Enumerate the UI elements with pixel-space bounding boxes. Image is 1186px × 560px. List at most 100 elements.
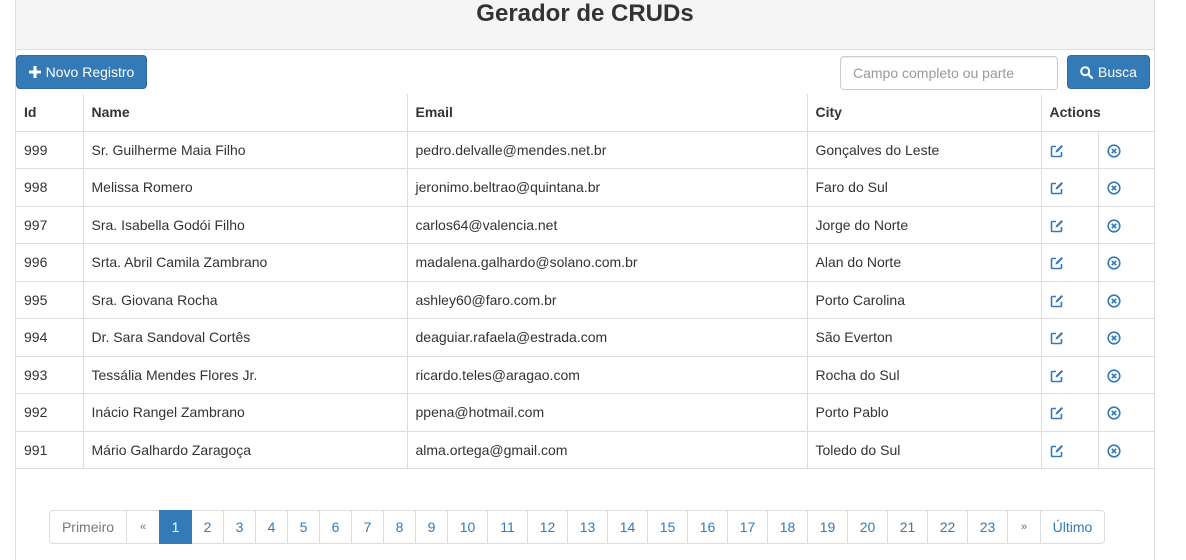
toolbar: Novo Registro Busca (16, 50, 1154, 94)
cell-edit (1040, 393, 1099, 432)
edit-icon[interactable] (1050, 369, 1064, 383)
table-row: 991 Mário Galhardo Zaragoça alma.ortega@gm… (16, 430, 1155, 469)
plus-icon (28, 66, 41, 78)
cell-city: Toledo do Sul (806, 430, 1042, 469)
cell-edit (1040, 280, 1099, 319)
cell-name: Dr. Sara Sandoval Cortês (82, 318, 408, 357)
delete-circle-icon[interactable] (1106, 144, 1121, 158)
cell-name: Srta. Abril Camila Zambrano (82, 243, 408, 282)
pagination-page-23[interactable]: 23 (967, 510, 1008, 544)
panel-heading: Gerador de CRUDs (16, 0, 1154, 50)
pagination-page-21[interactable]: 21 (887, 510, 928, 544)
column-header-actions: Actions (1040, 94, 1155, 132)
table-row: 995 Sra. Giovana Rocha ashley60@faro.com.b… (16, 280, 1155, 319)
cell-city: Gonçalves do Leste (806, 130, 1042, 169)
edit-icon[interactable] (1050, 219, 1064, 233)
cell-edit (1040, 130, 1099, 169)
delete-circle-icon[interactable] (1106, 256, 1121, 270)
delete-circle-icon[interactable] (1106, 369, 1121, 383)
cell-id: 998 (16, 168, 84, 207)
cell-id: 991 (16, 430, 84, 469)
column-header-city: City (806, 94, 1042, 132)
cell-edit (1040, 318, 1099, 357)
cell-email: ppena@hotmail.com (406, 393, 808, 432)
cell-delete (1097, 280, 1155, 319)
pagination-page-3[interactable]: 3 (223, 510, 256, 544)
delete-circle-icon[interactable] (1106, 294, 1121, 308)
pagination-page-7[interactable]: 7 (351, 510, 384, 544)
pagination-page-6[interactable]: 6 (319, 510, 352, 544)
pagination-last[interactable]: Último (1040, 510, 1105, 544)
crud-panel: Gerador de CRUDs Novo Registro Busca (15, 0, 1155, 560)
pagination-page-4[interactable]: 4 (255, 510, 288, 544)
delete-circle-icon[interactable] (1106, 219, 1121, 233)
cell-delete (1097, 393, 1155, 432)
cell-edit (1040, 430, 1099, 469)
cell-name: Sra. Giovana Rocha (82, 280, 408, 319)
pagination-page-20[interactable]: 20 (847, 510, 888, 544)
delete-circle-icon[interactable] (1106, 406, 1121, 420)
cell-delete (1097, 168, 1155, 207)
cell-id: 994 (16, 318, 84, 357)
search-button[interactable]: Busca (1067, 55, 1150, 89)
table-row: 997 Sra. Isabella Godói Filho carlos64@val… (16, 205, 1155, 244)
column-header-email: Email (406, 94, 808, 132)
edit-icon[interactable] (1050, 181, 1064, 195)
pagination-first[interactable]: Primeiro (49, 510, 127, 544)
edit-icon[interactable] (1050, 444, 1064, 458)
new-record-button[interactable]: Novo Registro (16, 55, 147, 89)
pagination-page-9[interactable]: 9 (415, 510, 448, 544)
cell-id: 995 (16, 280, 84, 319)
cell-name: Inácio Rangel Zambrano (82, 393, 408, 432)
new-record-label: Novo Registro (45, 64, 135, 80)
delete-circle-icon[interactable] (1106, 181, 1121, 195)
pagination-page-10[interactable]: 10 (447, 510, 488, 544)
table-row: 994 Dr. Sara Sandoval Cortês deaguiar.rafa… (16, 318, 1155, 357)
cell-id: 996 (16, 243, 84, 282)
cell-email: pedro.delvalle@mendes.net.br (406, 130, 808, 169)
cell-edit (1040, 168, 1099, 207)
pagination-page-22[interactable]: 22 (927, 510, 968, 544)
pagination-page-2[interactable]: 2 (191, 510, 224, 544)
page-title: Gerador de CRUDs (476, 0, 694, 27)
delete-circle-icon[interactable] (1106, 444, 1121, 458)
pagination-page-5[interactable]: 5 (287, 510, 320, 544)
edit-icon[interactable] (1050, 406, 1064, 420)
pagination-page-1[interactable]: 1 (159, 510, 192, 544)
pagination-page-17[interactable]: 17 (727, 510, 768, 544)
delete-circle-icon[interactable] (1106, 331, 1121, 345)
cell-delete (1097, 205, 1155, 244)
edit-icon[interactable] (1050, 331, 1064, 345)
cell-edit (1040, 355, 1099, 394)
cell-email: alma.ortega@gmail.com (406, 430, 808, 469)
cell-city: Alan do Norte (806, 243, 1042, 282)
pagination-page-8[interactable]: 8 (383, 510, 416, 544)
pagination-prev[interactable]: « (126, 510, 160, 544)
pagination-page-11[interactable]: 11 (487, 510, 528, 544)
edit-icon[interactable] (1050, 294, 1064, 308)
pagination-page-13[interactable]: 13 (567, 510, 608, 544)
pagination-page-16[interactable]: 16 (687, 510, 728, 544)
table-body: 999 Sr. Guilherme Maia Filho pedro.delvall… (16, 130, 1155, 469)
pagination-page-12[interactable]: 12 (527, 510, 568, 544)
cell-email: jeronimo.beltrao@quintana.br (406, 168, 808, 207)
cell-email: deaguiar.rafaela@estrada.com (406, 318, 808, 357)
pagination-page-15[interactable]: 15 (647, 510, 688, 544)
edit-icon[interactable] (1050, 256, 1064, 270)
pagination: Primeiro «1 2 3 4 5 6 7 8 9 10 11 12 13 14 15 16 17 18 19 20… (49, 510, 1105, 544)
pagination-page-19[interactable]: 19 (807, 510, 848, 544)
cell-edit (1040, 243, 1099, 282)
pagination-page-18[interactable]: 18 (767, 510, 808, 544)
pagination-next[interactable]: » (1007, 510, 1041, 544)
cell-edit (1040, 205, 1099, 244)
cell-delete (1097, 430, 1155, 469)
pagination-page-14[interactable]: 14 (607, 510, 648, 544)
cell-id: 997 (16, 205, 84, 244)
search-input[interactable] (840, 56, 1058, 90)
cell-delete (1097, 355, 1155, 394)
table-header-row: Id Name Email City Actions (16, 94, 1155, 132)
cell-id: 993 (16, 355, 84, 394)
edit-icon[interactable] (1050, 144, 1064, 158)
search-icon (1080, 65, 1094, 79)
search-button-label: Busca (1098, 64, 1137, 80)
